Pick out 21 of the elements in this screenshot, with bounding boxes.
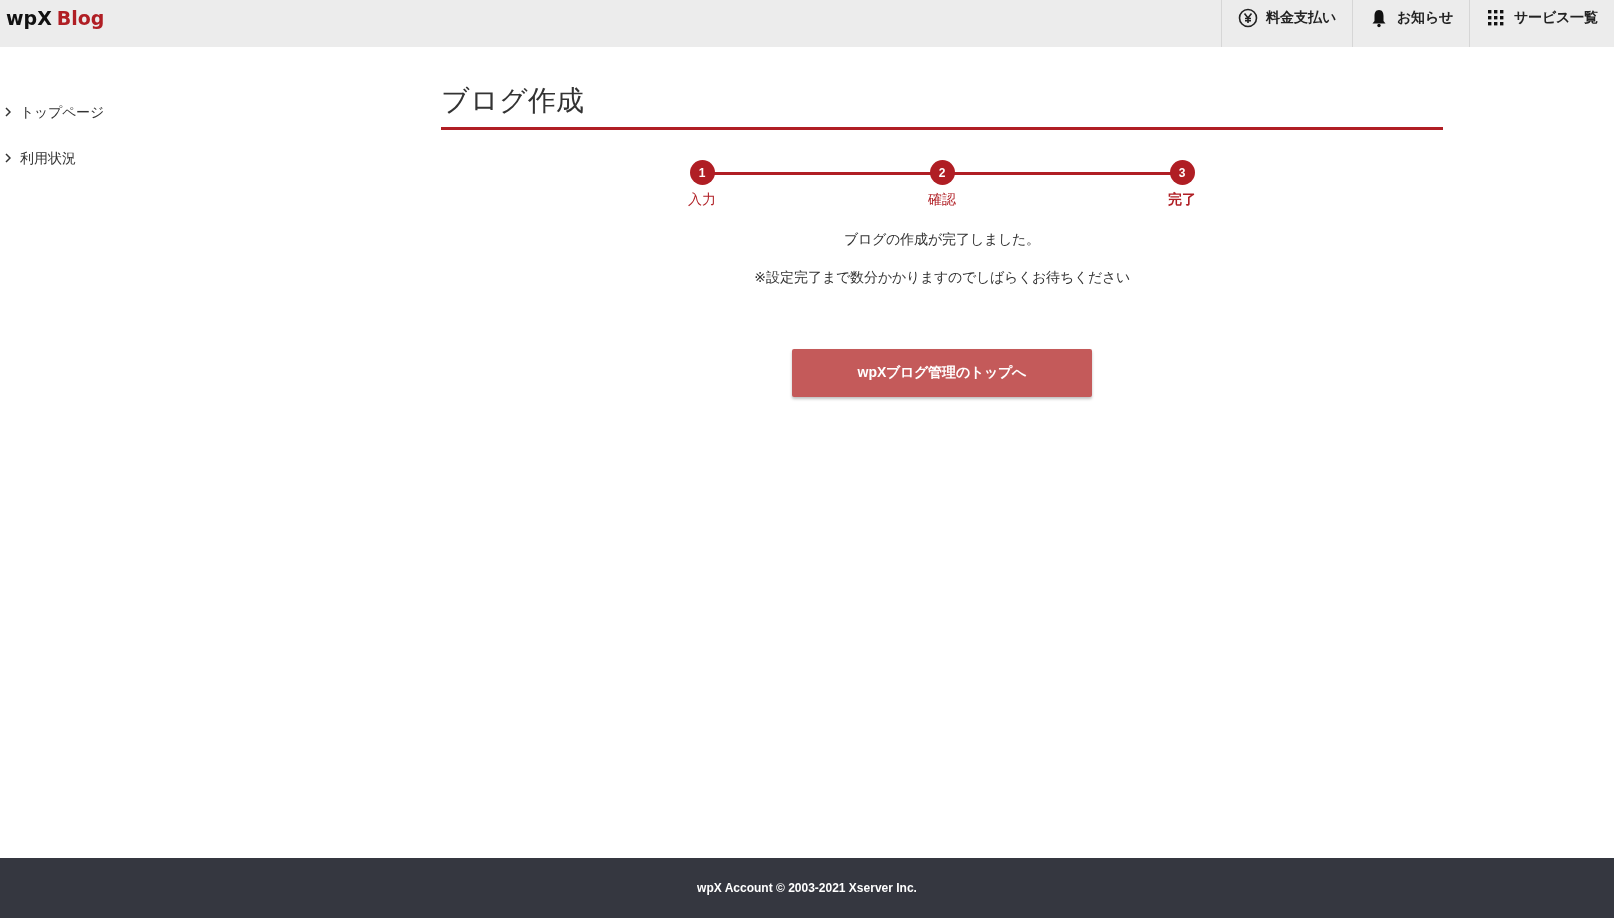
chevron-icon <box>5 153 11 163</box>
step-number: 1 <box>689 160 715 185</box>
wait-note: ※設定完了まで数分かかりますのでしばらくお待ちください <box>753 269 1131 287</box>
step-number: 2 <box>929 160 955 185</box>
step-number: 3 <box>1169 160 1195 185</box>
nav-link[interactable]: 料金支払い <box>1221 0 1352 47</box>
step-label: 完了 <box>1168 191 1196 209</box>
grid-icon <box>1486 8 1506 28</box>
sidebar-link[interactable]: 利用状況 <box>0 147 76 169</box>
yen-icon <box>1238 8 1258 28</box>
nav-link[interactable]: お知らせ <box>1352 0 1469 47</box>
copyright-text: wpX Account © 2003-2021 Xserver Inc. <box>697 881 917 895</box>
step-label: 確認 <box>928 191 956 209</box>
sidebar-link[interactable]: トップページ <box>0 101 104 123</box>
step-label: 入力 <box>688 191 716 209</box>
chevron-icon <box>5 107 11 117</box>
blog-admin-top-button[interactable]: wpXブログ管理のトップへ <box>792 349 1092 397</box>
page-title: ブログ作成 <box>441 81 1443 130</box>
wpx-blog-logo[interactable]: wpX Blog <box>0 0 111 36</box>
nav-link[interactable]: サービス一覧 <box>1469 0 1614 47</box>
completion-message: ブログの作成が完了しました。 <box>843 231 1041 249</box>
